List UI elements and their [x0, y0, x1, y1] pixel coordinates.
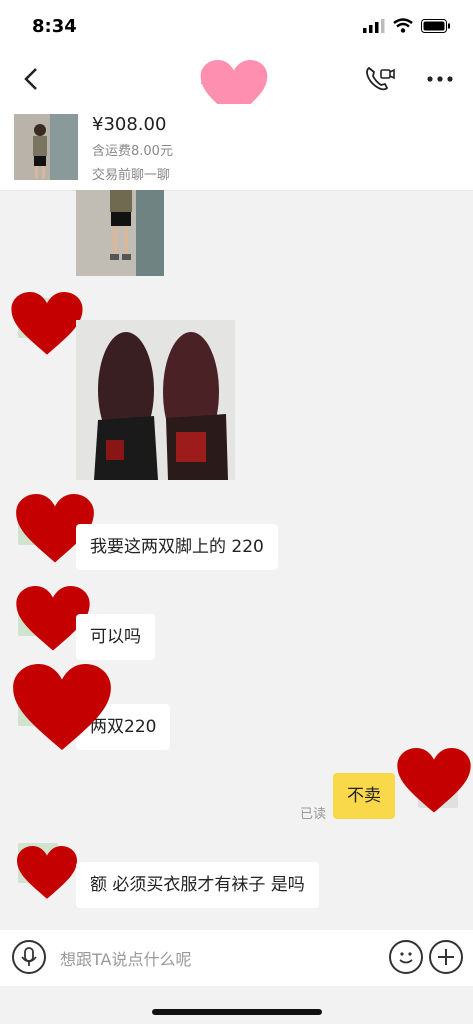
wifi-icon — [393, 18, 413, 33]
more-icon[interactable] — [425, 66, 455, 92]
message-bubble: 额 必须买衣服才有袜子 是吗 — [76, 862, 319, 908]
video-call-icon[interactable] — [363, 64, 395, 94]
status-time: 8:34 — [32, 16, 77, 37]
my-message-bubble: 不卖 — [333, 773, 395, 819]
product-thumbnail — [14, 114, 78, 180]
home-indicator — [152, 1009, 322, 1015]
back-icon[interactable] — [18, 64, 48, 94]
message-bubble: 可以吗 — [76, 614, 155, 660]
battery-icon — [421, 18, 450, 33]
pre-chat-label: 交易前聊一聊 — [92, 168, 171, 183]
status-icons — [363, 18, 451, 33]
read-receipt: 已读 — [300, 807, 327, 822]
heart-sticker — [397, 748, 471, 813]
heart-sticker — [17, 846, 77, 899]
product-shipping: 含运费8.00元 — [92, 144, 173, 159]
message-bubble: 我要这两双脚上的 220 — [76, 524, 278, 570]
plus-icon[interactable] — [429, 940, 463, 974]
message-input[interactable]: 想跟TA说点什么呢 — [60, 946, 191, 970]
message-image-shoes[interactable] — [76, 320, 235, 480]
message-image-person[interactable] — [76, 190, 164, 276]
input-bar: 想跟TA说点什么呢 — [0, 930, 473, 986]
product-card[interactable]: ¥308.00 含运费8.00元 交易前聊一聊 — [0, 104, 473, 191]
status-bar: 8:34 — [0, 0, 473, 54]
emoji-icon[interactable] — [389, 940, 423, 974]
heart-sticker — [13, 664, 111, 751]
cellular-signal-icon — [363, 18, 385, 33]
navbar: ha — [0, 54, 473, 119]
heart-sticker — [11, 292, 83, 355]
voice-icon[interactable] — [12, 940, 46, 974]
product-price: ¥308.00 — [92, 114, 167, 135]
